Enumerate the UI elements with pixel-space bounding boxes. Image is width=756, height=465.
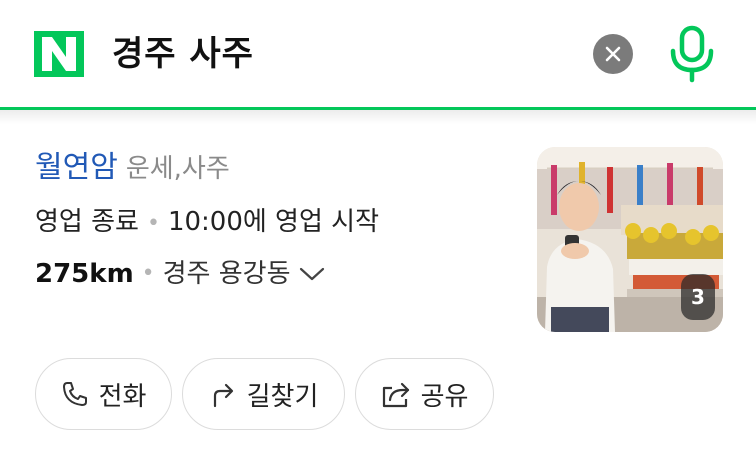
directions-button-label: 길찾기 bbox=[246, 381, 319, 412]
close-icon bbox=[605, 46, 621, 62]
call-button[interactable]: 전화 bbox=[35, 358, 172, 430]
business-status: 영업 종료 bbox=[35, 207, 139, 237]
distance-address-line: 275km • 경주 용강동 bbox=[35, 255, 325, 293]
place-name-link[interactable]: 월연암 bbox=[35, 150, 118, 185]
place-category: 운세,사주 bbox=[125, 154, 230, 184]
separator-dot: • bbox=[146, 211, 160, 236]
separator-dot: • bbox=[141, 261, 155, 286]
header-shadow bbox=[0, 110, 756, 124]
search-query-input[interactable]: 경주 사주 bbox=[112, 30, 254, 78]
naver-logo-icon[interactable] bbox=[34, 31, 84, 77]
directions-button[interactable]: 길찾기 bbox=[182, 358, 345, 430]
clear-search-button[interactable] bbox=[593, 34, 633, 74]
directions-arrow-icon bbox=[209, 380, 237, 408]
microphone-icon bbox=[670, 25, 714, 83]
call-button-label: 전화 bbox=[98, 381, 147, 412]
place-address: 경주 용강동 bbox=[162, 259, 291, 289]
opening-hours-note: 10:00에 영업 시작 bbox=[167, 207, 379, 237]
place-photo-thumbnail[interactable]: 3 bbox=[537, 147, 723, 332]
search-header: 경주 사주 bbox=[0, 0, 756, 110]
place-distance: 275km bbox=[35, 259, 134, 289]
share-button-label: 공유 bbox=[420, 381, 469, 412]
place-title-line: 월연암 운세,사주 bbox=[35, 148, 230, 188]
chevron-down-icon[interactable] bbox=[299, 255, 325, 293]
share-icon bbox=[381, 380, 411, 408]
phone-icon bbox=[61, 380, 89, 408]
voice-search-button[interactable] bbox=[666, 24, 718, 84]
photo-count-badge: 3 bbox=[681, 274, 715, 320]
business-status-line: 영업 종료 • 10:00에 영업 시작 bbox=[35, 203, 379, 241]
share-button[interactable]: 공유 bbox=[355, 358, 494, 430]
